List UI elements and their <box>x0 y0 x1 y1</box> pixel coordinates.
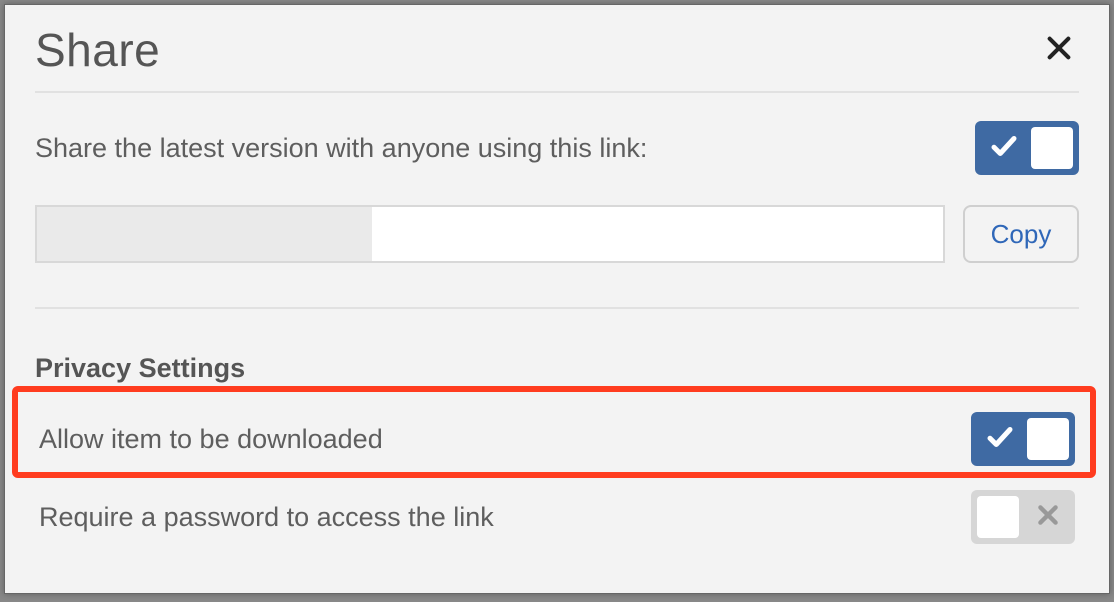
check-icon <box>989 131 1019 166</box>
require-password-toggle[interactable] <box>971 490 1075 544</box>
allow-download-toggle[interactable] <box>971 412 1075 466</box>
close-icon[interactable] <box>1045 32 1079 68</box>
check-icon <box>985 422 1015 457</box>
share-link-row: Share the latest version with anyone usi… <box>35 93 1079 175</box>
share-modal: Share Share the latest version with anyo… <box>4 4 1110 594</box>
share-link-label: Share the latest version with anyone usi… <box>35 133 647 164</box>
copy-button-label: Copy <box>991 219 1052 250</box>
link-row: Copy <box>35 205 1079 309</box>
share-link-input[interactable] <box>35 205 945 263</box>
toggle-knob <box>977 496 1019 538</box>
require-password-row: Require a password to access the link <box>35 478 1079 556</box>
share-link-toggle[interactable] <box>975 121 1079 175</box>
require-password-label: Require a password to access the link <box>39 502 494 533</box>
link-masked-portion <box>37 207 372 261</box>
allow-download-row: Allow item to be downloaded <box>35 400 1079 478</box>
modal-title: Share <box>35 23 160 77</box>
allow-download-label: Allow item to be downloaded <box>39 424 383 455</box>
x-icon <box>1035 502 1061 533</box>
privacy-settings-heading: Privacy Settings <box>35 353 1079 384</box>
toggle-knob <box>1031 127 1073 169</box>
toggle-knob <box>1027 418 1069 460</box>
copy-button[interactable]: Copy <box>963 205 1079 263</box>
modal-header: Share <box>35 5 1079 93</box>
